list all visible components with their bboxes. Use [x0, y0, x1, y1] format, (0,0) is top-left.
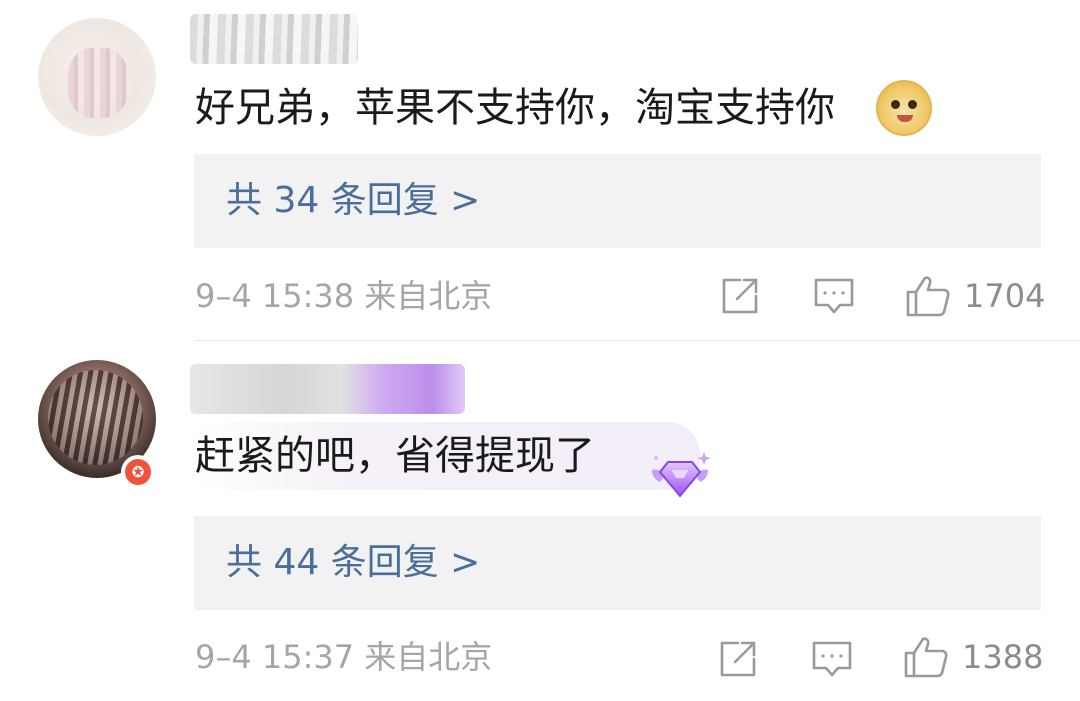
- username-blurred[interactable]: [190, 364, 465, 414]
- thumbs-up-icon[interactable]: [905, 274, 951, 318]
- view-replies-link[interactable]: 共 44 条回复 >: [226, 541, 480, 585]
- replies-box[interactable]: 共 44 条回复 >: [194, 516, 1041, 610]
- thumbs-up-icon[interactable]: [903, 635, 949, 679]
- comment-text: 好兄弟，苹果不支持你，淘宝支持你: [195, 85, 835, 131]
- divider: [195, 340, 1080, 341]
- comment-item: 好兄弟，苹果不支持你，淘宝支持你 共 34 条回复 > 9–4 15:38 来自…: [0, 0, 1080, 341]
- like-count: 1704: [964, 277, 1046, 315]
- like-count: 1388: [962, 638, 1044, 676]
- comment-text: 赶紧的吧，省得提现了: [195, 433, 595, 479]
- username-blurred[interactable]: [190, 14, 358, 64]
- comment-icon[interactable]: [813, 276, 855, 316]
- share-icon[interactable]: [718, 639, 758, 679]
- verified-badge-icon: ✪: [121, 455, 155, 489]
- comment-meta: 9–4 15:38 来自北京: [195, 277, 493, 315]
- replies-box[interactable]: 共 34 条回复 >: [194, 154, 1041, 248]
- purple-gem-badge-icon: [648, 448, 712, 504]
- view-replies-link[interactable]: 共 34 条回复 >: [226, 179, 480, 223]
- comment-item: ✪ 赶紧的吧，省得提现了 共 44 条回复 > 9–4 15:37 来自北京 1…: [0, 342, 1080, 701]
- comment-meta: 9–4 15:37 来自北京: [195, 638, 493, 676]
- comment-icon[interactable]: [811, 639, 853, 679]
- share-icon[interactable]: [720, 276, 760, 316]
- user-avatar[interactable]: [38, 18, 156, 136]
- doge-emoji-icon: [876, 80, 932, 136]
